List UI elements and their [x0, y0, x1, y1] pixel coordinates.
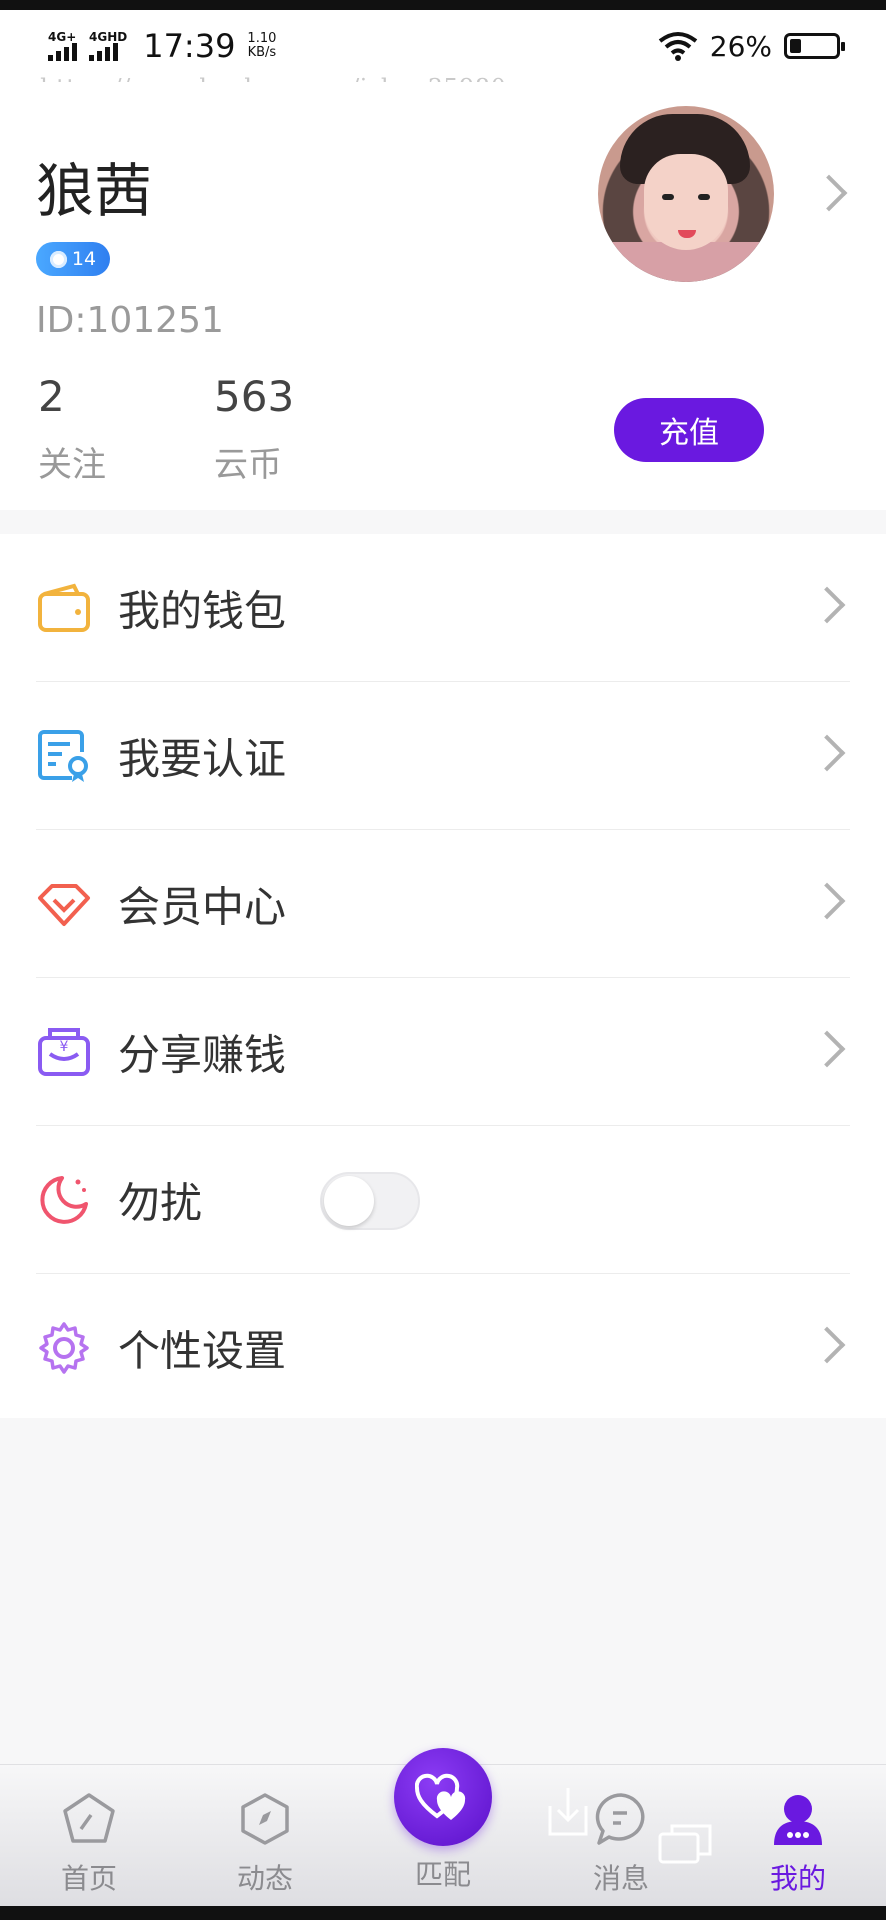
chevron-right-icon	[808, 1030, 846, 1068]
coins-stat[interactable]: 563 云币	[214, 372, 294, 486]
menu-label-verify: 我要认证	[118, 734, 287, 784]
menu-label-settings: 个性设置	[118, 1326, 287, 1376]
menu-label-dnd: 勿扰	[118, 1178, 203, 1228]
svg-text:¥: ¥	[60, 1039, 69, 1055]
compass-icon	[241, 1793, 289, 1845]
menu-item-wallet[interactable]: 我的钱包	[0, 534, 886, 682]
menu-label-share: 分享赚钱	[118, 1030, 287, 1080]
tab-label-feed: 动态	[236, 1862, 293, 1895]
dnd-toggle[interactable]	[320, 1172, 420, 1230]
profile-icon	[774, 1795, 822, 1845]
screen-top-edge	[0, 0, 886, 10]
signal-2: 4GHD	[89, 31, 127, 61]
moon-icon	[40, 1176, 88, 1224]
follow-label: 关注	[38, 445, 106, 485]
download-overlay-icon[interactable]	[546, 1786, 590, 1838]
network-type-1: 4G+	[48, 30, 77, 44]
diamond-icon	[38, 884, 90, 926]
menu-item-dnd: 勿扰	[0, 1126, 886, 1274]
avatar[interactable]	[598, 106, 774, 282]
battery-icon	[784, 33, 845, 59]
level-gear-icon	[49, 250, 67, 268]
certificate-icon	[38, 730, 88, 782]
recharge-button[interactable]: 充值	[614, 398, 764, 462]
coins-count: 563	[214, 372, 295, 421]
toggle-knob	[324, 1176, 374, 1226]
level-number: 14	[71, 248, 97, 270]
user-name: 狼茜	[36, 157, 153, 225]
speed-value: 1.10	[247, 31, 277, 46]
signal-1: 4G+	[48, 31, 77, 61]
money-bag-icon: ¥	[38, 1028, 90, 1076]
clock: 17:39	[143, 27, 236, 65]
signal-bars-icon	[89, 43, 118, 61]
chat-bubble-icon	[595, 1793, 645, 1845]
follow-count: 2	[38, 372, 65, 421]
wifi-icon	[658, 32, 697, 61]
chevron-right-icon	[808, 882, 846, 920]
profile-header[interactable]: 狼茜 14 ID:101251 2 关注 563 云币 充值	[0, 82, 886, 510]
menu-label-vip: 会员中心	[118, 882, 287, 932]
gear-icon	[39, 1322, 89, 1374]
user-id: ID:101251	[36, 300, 224, 341]
tab-label-match: 匹配	[414, 1858, 471, 1891]
tab-feed[interactable]: 动态	[205, 1791, 325, 1897]
wallet-icon	[38, 583, 90, 632]
status-bar: 4G+ 4GHD 17:39 1.10 KB/s 26%	[0, 10, 886, 82]
tab-me[interactable]: 我的	[738, 1791, 858, 1897]
tab-home[interactable]: 首页	[29, 1791, 149, 1897]
network-speed: 1.10 KB/s	[247, 32, 276, 60]
match-button[interactable]	[394, 1748, 492, 1846]
network-type-2: 4GHD	[89, 30, 128, 44]
chevron-right-icon	[808, 734, 846, 772]
menu-label-wallet: 我的钱包	[118, 586, 287, 636]
coins-label: 云币	[214, 445, 282, 485]
menu-item-share[interactable]: ¥ 分享赚钱	[0, 978, 886, 1126]
home-icon	[63, 1793, 115, 1843]
chevron-right-icon	[808, 1326, 846, 1364]
signal-bars-icon	[48, 43, 77, 61]
battery-fill	[790, 39, 802, 53]
hearts-icon	[415, 1773, 466, 1820]
chevron-right-icon[interactable]	[810, 174, 848, 212]
multi-window-icon[interactable]	[658, 1822, 712, 1864]
tab-label-home: 首页	[60, 1862, 117, 1895]
speed-unit: KB/s	[247, 45, 277, 60]
menu-item-settings[interactable]: 个性设置	[0, 1274, 886, 1422]
menu-item-vip[interactable]: 会员中心	[0, 830, 886, 978]
follow-stat[interactable]: 2 关注	[38, 372, 106, 486]
battery-percent: 26%	[709, 29, 772, 63]
level-badge: 14	[36, 242, 110, 276]
status-right: 26%	[658, 29, 845, 63]
menu-item-verify[interactable]: 我要认证	[0, 682, 886, 830]
status-left: 4G+ 4GHD 17:39 1.10 KB/s	[48, 27, 276, 65]
tab-label-me: 我的	[769, 1862, 826, 1895]
chevron-right-icon	[808, 586, 846, 624]
menu-list: 我的钱包 我要认证 会员中心 ¥ 分享赚钱 勿扰 个性设置	[0, 534, 886, 1418]
screen-bottom-edge	[0, 1906, 886, 1920]
